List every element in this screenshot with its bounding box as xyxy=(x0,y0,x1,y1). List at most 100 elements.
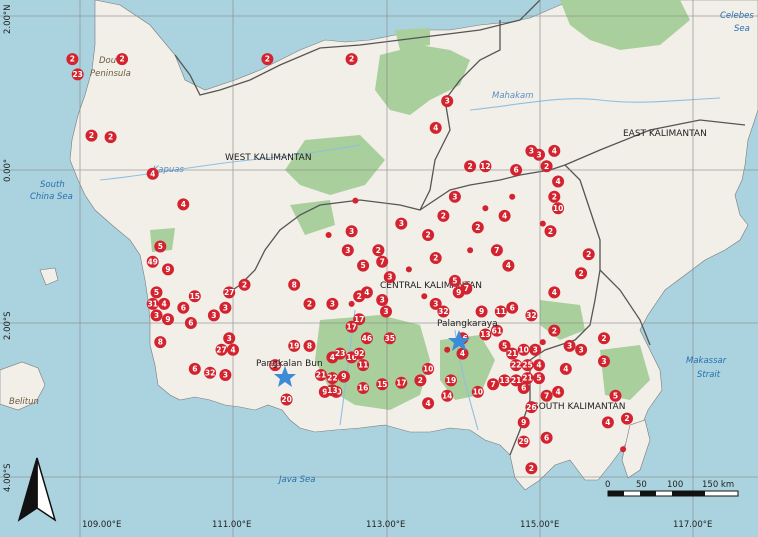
observation-marker[interactable]: 4 xyxy=(533,359,545,372)
observation-marker[interactable]: 4 xyxy=(552,175,565,188)
observation-marker[interactable]: 4 xyxy=(360,286,373,299)
observation-marker[interactable]: 16 xyxy=(357,382,370,394)
observation-marker[interactable]: 10 xyxy=(552,202,565,215)
observation-marker[interactable]: 2 xyxy=(422,229,435,241)
observation-marker[interactable]: 10 xyxy=(517,343,530,356)
observation-marker[interactable]: 3 xyxy=(219,369,232,381)
observation-marker[interactable]: 9 xyxy=(475,305,488,318)
observation-marker[interactable]: 2 xyxy=(598,332,610,345)
observation-marker[interactable]: 8 xyxy=(154,336,167,349)
observation-marker[interactable]: 35 xyxy=(383,332,396,345)
observation-marker[interactable]: 19 xyxy=(288,339,301,352)
observation-marker[interactable]: 2 xyxy=(345,53,358,66)
observation-marker[interactable]: 8 xyxy=(303,339,316,352)
observation-marker[interactable]: 4 xyxy=(502,259,515,272)
observation-marker[interactable]: 10 xyxy=(471,385,484,398)
observation-marker[interactable]: 2 xyxy=(525,462,538,475)
observation-marker[interactable]: 6 xyxy=(540,431,553,444)
observation-marker[interactable]: 3 xyxy=(376,294,389,306)
observation-marker[interactable]: 4 xyxy=(552,385,565,398)
observation-marker[interactable] xyxy=(405,266,412,273)
observation-marker[interactable]: 6 xyxy=(510,164,523,176)
observation-marker[interactable]: 22 xyxy=(326,372,339,385)
observation-marker[interactable]: 5 xyxy=(150,286,163,299)
observation-marker[interactable]: 4 xyxy=(146,167,159,180)
observation-marker[interactable]: 14 xyxy=(441,389,454,402)
observation-marker[interactable]: 2 xyxy=(575,267,588,280)
observation-marker[interactable]: 3 xyxy=(563,339,576,352)
observation-marker[interactable]: 27 xyxy=(215,343,228,356)
observation-marker[interactable]: 4 xyxy=(559,362,572,375)
observation-marker[interactable]: 13 xyxy=(326,384,339,397)
observation-marker[interactable] xyxy=(539,339,546,346)
observation-marker[interactable] xyxy=(348,300,355,307)
observation-marker[interactable]: 2 xyxy=(621,412,633,425)
observation-marker[interactable]: 7 xyxy=(376,255,389,268)
observation-marker[interactable]: 23 xyxy=(334,347,347,360)
observation-marker[interactable]: 27 xyxy=(223,286,236,299)
observation-marker[interactable]: 9 xyxy=(162,263,174,276)
observation-marker[interactable]: 32 xyxy=(204,366,217,379)
observation-marker[interactable]: 11 xyxy=(494,305,507,318)
observation-marker[interactable]: 5 xyxy=(448,274,461,287)
observation-marker[interactable]: 3 xyxy=(383,271,396,284)
observation-marker[interactable]: 6 xyxy=(184,317,197,329)
observation-marker[interactable]: 6 xyxy=(506,301,519,314)
observation-marker[interactable]: 3 xyxy=(326,297,339,310)
observation-marker[interactable]: 31 xyxy=(146,297,159,310)
observation-marker[interactable]: 11 xyxy=(357,359,370,372)
observation-marker[interactable]: 2 xyxy=(104,131,117,144)
observation-marker[interactable]: 3 xyxy=(448,190,461,203)
observation-marker[interactable] xyxy=(421,293,428,300)
observation-marker[interactable] xyxy=(509,193,516,200)
observation-marker[interactable]: 2 xyxy=(548,190,561,203)
observation-marker[interactable]: 4 xyxy=(548,286,561,299)
observation-marker[interactable]: 2 xyxy=(238,278,251,291)
observation-marker[interactable]: 3 xyxy=(380,305,392,318)
observation-marker[interactable]: 2 xyxy=(261,53,274,66)
observation-marker[interactable]: 25 xyxy=(521,359,534,372)
observation-marker[interactable]: 2 xyxy=(303,297,316,310)
observation-marker[interactable]: 13 xyxy=(498,374,511,387)
observation-marker[interactable]: 2 xyxy=(414,374,427,387)
observation-marker[interactable]: 15 xyxy=(376,378,389,391)
observation-marker[interactable]: 22 xyxy=(510,359,523,372)
observation-marker[interactable]: 17 xyxy=(353,313,366,326)
observation-marker[interactable]: 4 xyxy=(177,198,190,211)
observation-marker[interactable]: 3 xyxy=(223,332,236,345)
observation-marker[interactable]: 2 xyxy=(471,221,484,234)
observation-marker[interactable]: 3 xyxy=(395,217,408,230)
observation-marker[interactable] xyxy=(352,197,359,204)
observation-marker[interactable]: 4 xyxy=(429,121,442,134)
observation-marker[interactable]: 7 xyxy=(490,244,503,257)
observation-marker[interactable]: 4 xyxy=(498,209,511,222)
observation-marker[interactable]: 2 xyxy=(582,248,595,261)
observation-marker[interactable]: 3 xyxy=(525,144,538,157)
observation-marker[interactable]: 6 xyxy=(177,301,190,314)
observation-marker[interactable]: 7 xyxy=(540,389,553,402)
observation-marker[interactable]: 2 xyxy=(429,252,442,264)
observation-marker[interactable]: 3 xyxy=(345,225,358,238)
observation-marker[interactable]: 9 xyxy=(517,416,530,429)
observation-marker[interactable]: 7 xyxy=(487,378,500,391)
map[interactable]: 109.00°E 111.00°E 113.00°E 115.00°E 117.… xyxy=(0,0,758,537)
observation-marker[interactable]: 5 xyxy=(609,389,622,402)
observation-marker[interactable]: 3 xyxy=(150,309,163,322)
observation-marker[interactable]: 15 xyxy=(188,290,201,303)
observation-marker[interactable]: 92 xyxy=(353,347,366,360)
observation-marker[interactable]: 3 xyxy=(341,244,354,257)
observation-marker[interactable]: 2 xyxy=(85,129,98,142)
observation-marker[interactable]: 5 xyxy=(533,372,545,385)
observation-marker[interactable]: 20 xyxy=(280,393,293,406)
observation-marker[interactable]: 4 xyxy=(227,343,239,356)
observation-marker[interactable]: 21 xyxy=(315,369,327,381)
observation-marker[interactable]: 3 xyxy=(441,95,454,108)
observation-marker[interactable]: 32 xyxy=(437,305,450,318)
observation-marker[interactable] xyxy=(620,446,627,453)
observation-marker[interactable]: 3 xyxy=(575,343,588,356)
observation-marker[interactable] xyxy=(325,232,332,238)
observation-marker[interactable]: 9 xyxy=(162,313,174,326)
observation-marker[interactable]: 13 xyxy=(479,328,492,341)
observation-marker[interactable]: 26 xyxy=(525,401,538,414)
observation-marker[interactable]: 12 xyxy=(479,160,492,173)
